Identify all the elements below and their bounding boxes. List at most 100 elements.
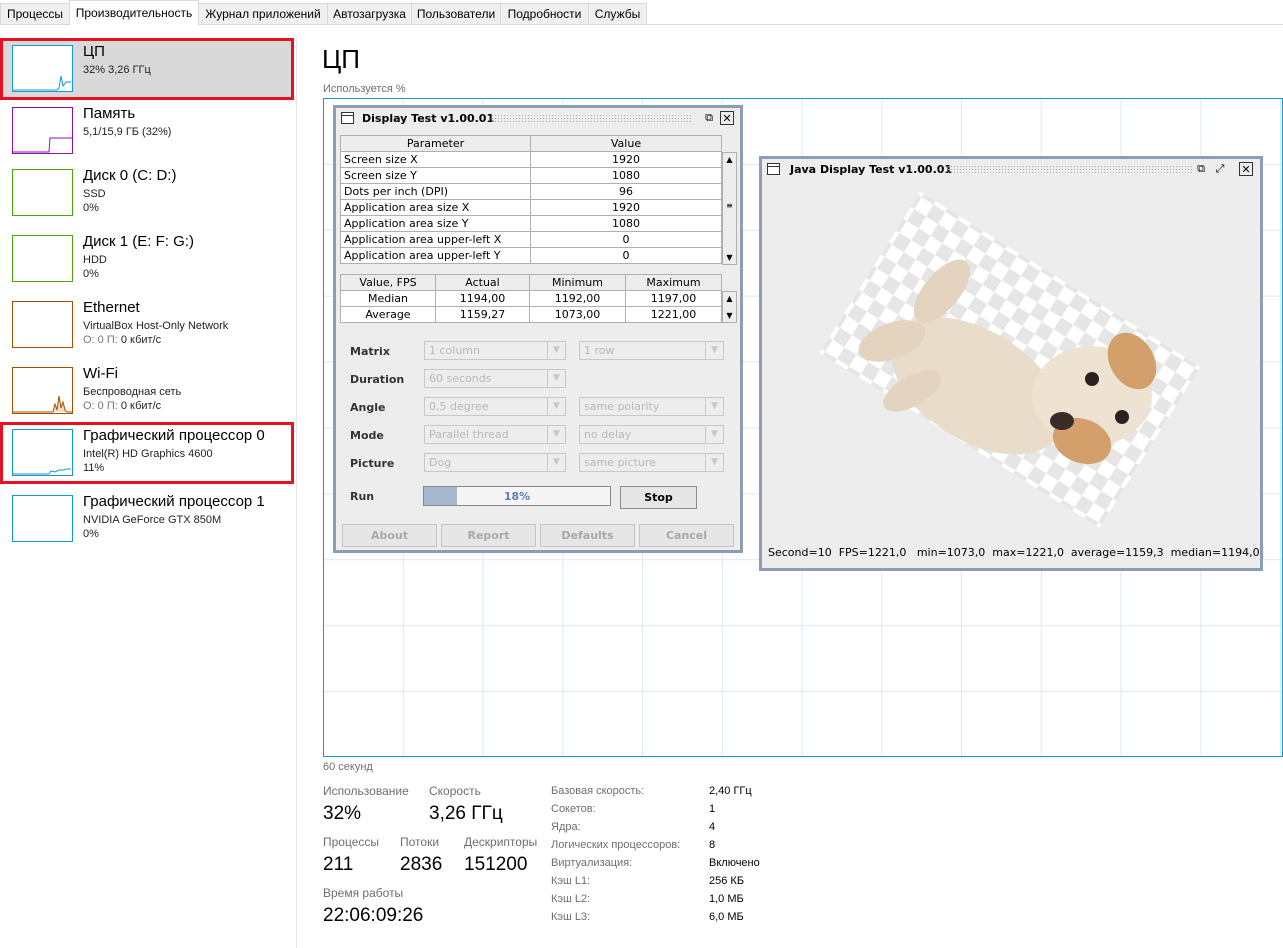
report-button[interactable]: Report (441, 524, 536, 547)
scroll-up-icon[interactable]: ▲ (723, 292, 736, 305)
table-row[interactable]: Application area size Y 1080 (340, 215, 722, 232)
scroll-down-icon[interactable]: ▼ (723, 309, 736, 322)
sidebar-item-detail: 32% 3,26 ГГц (83, 64, 151, 76)
sidebar-item-gpu0[interactable]: Графический процессор 0 Intel(R) HD Grap… (0, 422, 294, 484)
detail-value: 4 (709, 821, 716, 833)
sidebar-item-memory[interactable]: Память 5,1/15,9 ГБ (32%) (0, 100, 294, 162)
restore-icon[interactable]: ⧉ (702, 111, 716, 125)
minimize-icon[interactable]: ⧉ (1194, 162, 1208, 176)
fps-cell: 1073,00 (529, 306, 626, 323)
parameters-scrollbar[interactable]: ▲ ≡ ▼ (722, 152, 737, 265)
param-name: Dots per inch (DPI) (340, 183, 531, 200)
column-header: Value, FPS (340, 274, 436, 291)
table-row[interactable]: Dots per inch (DPI) 96 (340, 183, 722, 200)
sidebar-item-gpu1[interactable]: Графический процессор 1 NVIDIA GeForce G… (0, 488, 294, 550)
angle-label: Angle (350, 401, 386, 414)
chevron-down-icon: ▼ (705, 454, 723, 471)
param-name: Screen size Y (340, 167, 531, 184)
throughput-value: 0 кбит/с (120, 400, 162, 412)
sidebar-item-disk1[interactable]: Диск 1 (E: F: G:) HDD 0% (0, 228, 294, 290)
detail-value: 256 КБ (709, 875, 745, 887)
detail-key: Базовая скорость: (551, 785, 645, 797)
picture-mode-select[interactable]: same picture ▼ (579, 453, 724, 472)
tab-users[interactable]: Пользователи (411, 3, 501, 24)
fps-cell: 1194,00 (435, 290, 530, 307)
fps-scrollbar[interactable]: ▲ ▼ (722, 291, 737, 323)
threads-value: 2836 (400, 854, 443, 875)
sidebar-item-wifi[interactable]: Wi-Fi Беспроводная сеть О: 0 П: 0 кбит/с (0, 360, 294, 422)
mode-select[interactable]: Parallel thread ▼ (424, 425, 566, 444)
close-icon[interactable]: ✕ (720, 111, 734, 125)
run-progress-bar: 18% (423, 486, 611, 506)
sidebar-item-label: Графический процессор 0 (83, 427, 265, 444)
detail-key: Кэш L3: (551, 911, 591, 923)
memory-thumbnail-graph (12, 107, 73, 154)
detail-value: 1 (709, 803, 716, 815)
java-display-test-titlebar[interactable]: Java Display Test v1.00.01 ⧉ ⤢ ✕ (762, 159, 1260, 181)
param-name: Screen size X (340, 151, 531, 168)
select-value: Parallel thread (429, 428, 509, 441)
handles-value: 151200 (464, 854, 528, 875)
table-row[interactable]: Application area size X 1920 (340, 199, 722, 216)
column-header: Actual (435, 274, 530, 291)
sidebar-item-detail: SSD (83, 188, 106, 200)
defaults-button[interactable]: Defaults (540, 524, 635, 547)
table-row[interactable]: Application area upper-left Y0 (340, 247, 722, 264)
matrix-columns-select[interactable]: 1 column ▼ (424, 341, 566, 360)
detail-key: Кэш L2: (551, 893, 591, 905)
about-button[interactable]: About (342, 524, 437, 547)
picture-select[interactable]: Dog ▼ (424, 453, 566, 472)
scroll-up-icon[interactable]: ▲ (723, 153, 736, 166)
graph-usage-label: Используется % (323, 83, 406, 95)
delay-select[interactable]: no delay ▼ (579, 425, 724, 444)
detail-value: 2,40 ГГц (709, 785, 752, 797)
table-row[interactable]: Screen size X 1920 (340, 151, 722, 168)
display-test-titlebar[interactable]: Display Test v1.00.01 ⧉ ✕ (336, 108, 740, 130)
chevron-down-icon: ▼ (705, 426, 723, 443)
table-row[interactable]: Average 1159,27 1073,00 1221,00 (340, 306, 722, 323)
parameters-table: Parameter Value Screen size X 1920 Screen… (340, 135, 722, 264)
sidebar-item-detail: NVIDIA GeForce GTX 850M (83, 514, 222, 526)
maximize-icon[interactable]: ⤢ (1213, 162, 1227, 176)
tab-details[interactable]: Подробности (500, 3, 589, 24)
polarity-select[interactable]: same polarity ▼ (579, 397, 724, 416)
sidebar-item-ethernet[interactable]: Ethernet VirtualBox Host-Only Network О:… (0, 294, 294, 356)
matrix-rows-select[interactable]: 1 row ▼ (579, 341, 724, 360)
window-title: Display Test v1.00.01 (362, 112, 495, 125)
sidebar-item-label: Диск 1 (E: F: G:) (83, 233, 194, 250)
cancel-button[interactable]: Cancel (639, 524, 734, 547)
param-value: 1920 (530, 199, 722, 216)
duration-select[interactable]: 60 seconds ▼ (424, 369, 566, 388)
send-receive-label: О: 0 П: (83, 334, 118, 346)
picture-label: Picture (350, 457, 395, 470)
sidebar-item-label: Память (83, 105, 136, 122)
progress-text: 18% (503, 490, 531, 503)
sidebar-item-disk0[interactable]: Диск 0 (C: D:) SSD 0% (0, 162, 294, 224)
table-row[interactable]: Application area upper-left X0 (340, 231, 722, 248)
tab-performance[interactable]: Производительность (69, 0, 199, 25)
stop-button[interactable]: Stop (620, 486, 697, 509)
scroll-down-icon[interactable]: ▼ (723, 251, 736, 264)
wifi-thumbnail-graph (12, 367, 73, 414)
uptime-value: 22:06:09:26 (323, 905, 424, 926)
select-value: 1 row (584, 344, 615, 357)
sidebar-item-detail: VirtualBox Host-Only Network (83, 320, 229, 332)
table-row[interactable]: Screen size Y 1080 (340, 167, 722, 184)
select-value: same picture (584, 456, 656, 469)
detail-key: Логических процессоров: (551, 839, 681, 851)
tab-services[interactable]: Службы (588, 3, 647, 24)
sidebar-item-cpu[interactable]: ЦП 32% 3,26 ГГц (0, 38, 294, 100)
window-icon (767, 163, 780, 175)
titlebar-grip (491, 114, 691, 124)
tab-app-history[interactable]: Журнал приложений (198, 3, 328, 24)
graph-time-label: 60 секунд (323, 761, 373, 773)
tab-processes[interactable]: Процессы (0, 3, 70, 24)
table-row[interactable]: Median 1194,00 1192,00 1197,00 (340, 290, 722, 307)
java-test-status: Second=10 FPS=1221,0 min=1073,0 max=1221… (768, 546, 1260, 559)
tab-startup[interactable]: Автозагрузка (327, 3, 412, 24)
detail-value: 1,0 МБ (709, 893, 744, 905)
angle-select[interactable]: 0,5 degree ▼ (424, 397, 566, 416)
disk1-thumbnail-graph (12, 235, 73, 282)
close-icon[interactable]: ✕ (1239, 162, 1253, 176)
scroll-grip-icon[interactable]: ≡ (723, 199, 736, 212)
